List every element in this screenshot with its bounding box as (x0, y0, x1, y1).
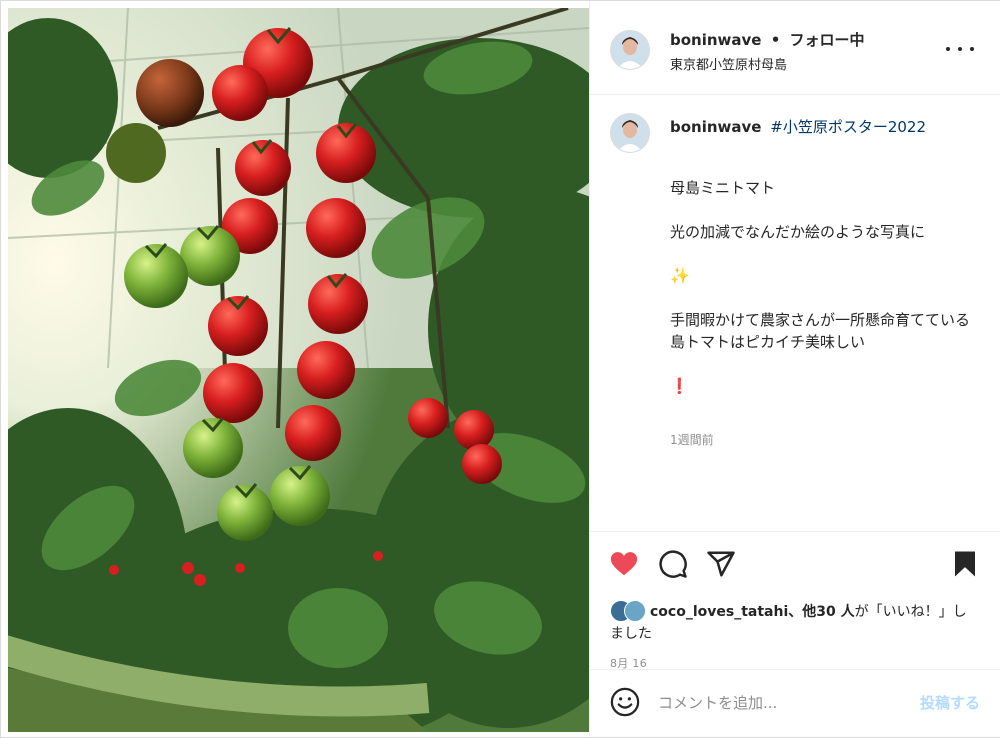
author-name-row: boninwave • フォロー中 (670, 29, 865, 50)
avatar-portrait-icon (611, 114, 649, 152)
caption-line-3: 手間暇かけて農家さんが一所懸命育てている島トマトはピカイチ美味しい (670, 311, 971, 351)
sparkle-emoji: ✨ (670, 266, 690, 285)
post-header: boninwave • フォロー中 東京都小笠原村母島 (590, 1, 1000, 95)
add-comment-bar: 投稿する (590, 669, 1000, 738)
caption-heading: boninwave #小笠原ポスター2022 (670, 116, 970, 138)
post-comment-button[interactable]: 投稿する (908, 690, 980, 714)
liker-username[interactable]: coco_loves_tatahi (650, 604, 788, 620)
exclamation-emoji: ❗ (670, 377, 689, 395)
caption-line-1: 母島ミニトマト (670, 179, 776, 197)
paper-plane-icon[interactable] (706, 549, 736, 579)
caption-author-avatar[interactable] (610, 113, 650, 153)
post-location[interactable]: 東京都小笠原村母島 (670, 54, 787, 73)
caption-text: boninwave #小笠原ポスター2022 母島ミニトマト 光の加減でなんだか… (670, 116, 970, 451)
comment-input[interactable] (656, 690, 900, 716)
caption-section: boninwave #小笠原ポスター2022 母島ミニトマト 光の加減でなんだか… (590, 95, 1000, 531)
author-username[interactable]: boninwave (670, 31, 761, 49)
post-dialog: boninwave • フォロー中 東京都小笠原村母島 boninwave #小… (0, 0, 1000, 738)
caption-line-2: 光の加減でなんだか絵のような写真に (670, 223, 926, 241)
author-avatar[interactable] (610, 30, 650, 70)
more-horizontal-icon[interactable] (946, 39, 974, 59)
cherry-tomato-photo (8, 8, 589, 732)
liker-avatars[interactable] (610, 600, 646, 622)
caption-timestamp[interactable]: 1週間前 (670, 429, 970, 451)
post-photo[interactable] (8, 8, 589, 732)
other-likes-count[interactable]: 、他30 人 (788, 604, 854, 620)
liker-avatar (624, 600, 646, 622)
caption-hashtag[interactable]: #小笠原ポスター2022 (770, 118, 926, 136)
bookmark-icon[interactable] (950, 549, 980, 579)
caption-body: 母島ミニトマト 光の加減でなんだか絵のような写真に ✨ 手間暇かけて農家さんが一… (670, 155, 970, 419)
comment-bubble-icon[interactable] (658, 549, 688, 579)
heart-icon[interactable] (609, 549, 639, 579)
header-separator: • (770, 31, 781, 49)
post-actions: coco_loves_tatahi、他30 人が「いいね！」しました 8月 16 (590, 531, 1000, 670)
caption-username[interactable]: boninwave (670, 118, 761, 136)
avatar-portrait-icon (611, 31, 649, 69)
post-details-panel: boninwave • フォロー中 東京都小笠原村母島 boninwave #小… (589, 1, 1000, 737)
follow-status[interactable]: フォロー中 (790, 31, 865, 49)
smiley-icon[interactable] (610, 687, 640, 717)
likes-summary: coco_loves_tatahi、他30 人が「いいね！」しました (610, 600, 980, 645)
